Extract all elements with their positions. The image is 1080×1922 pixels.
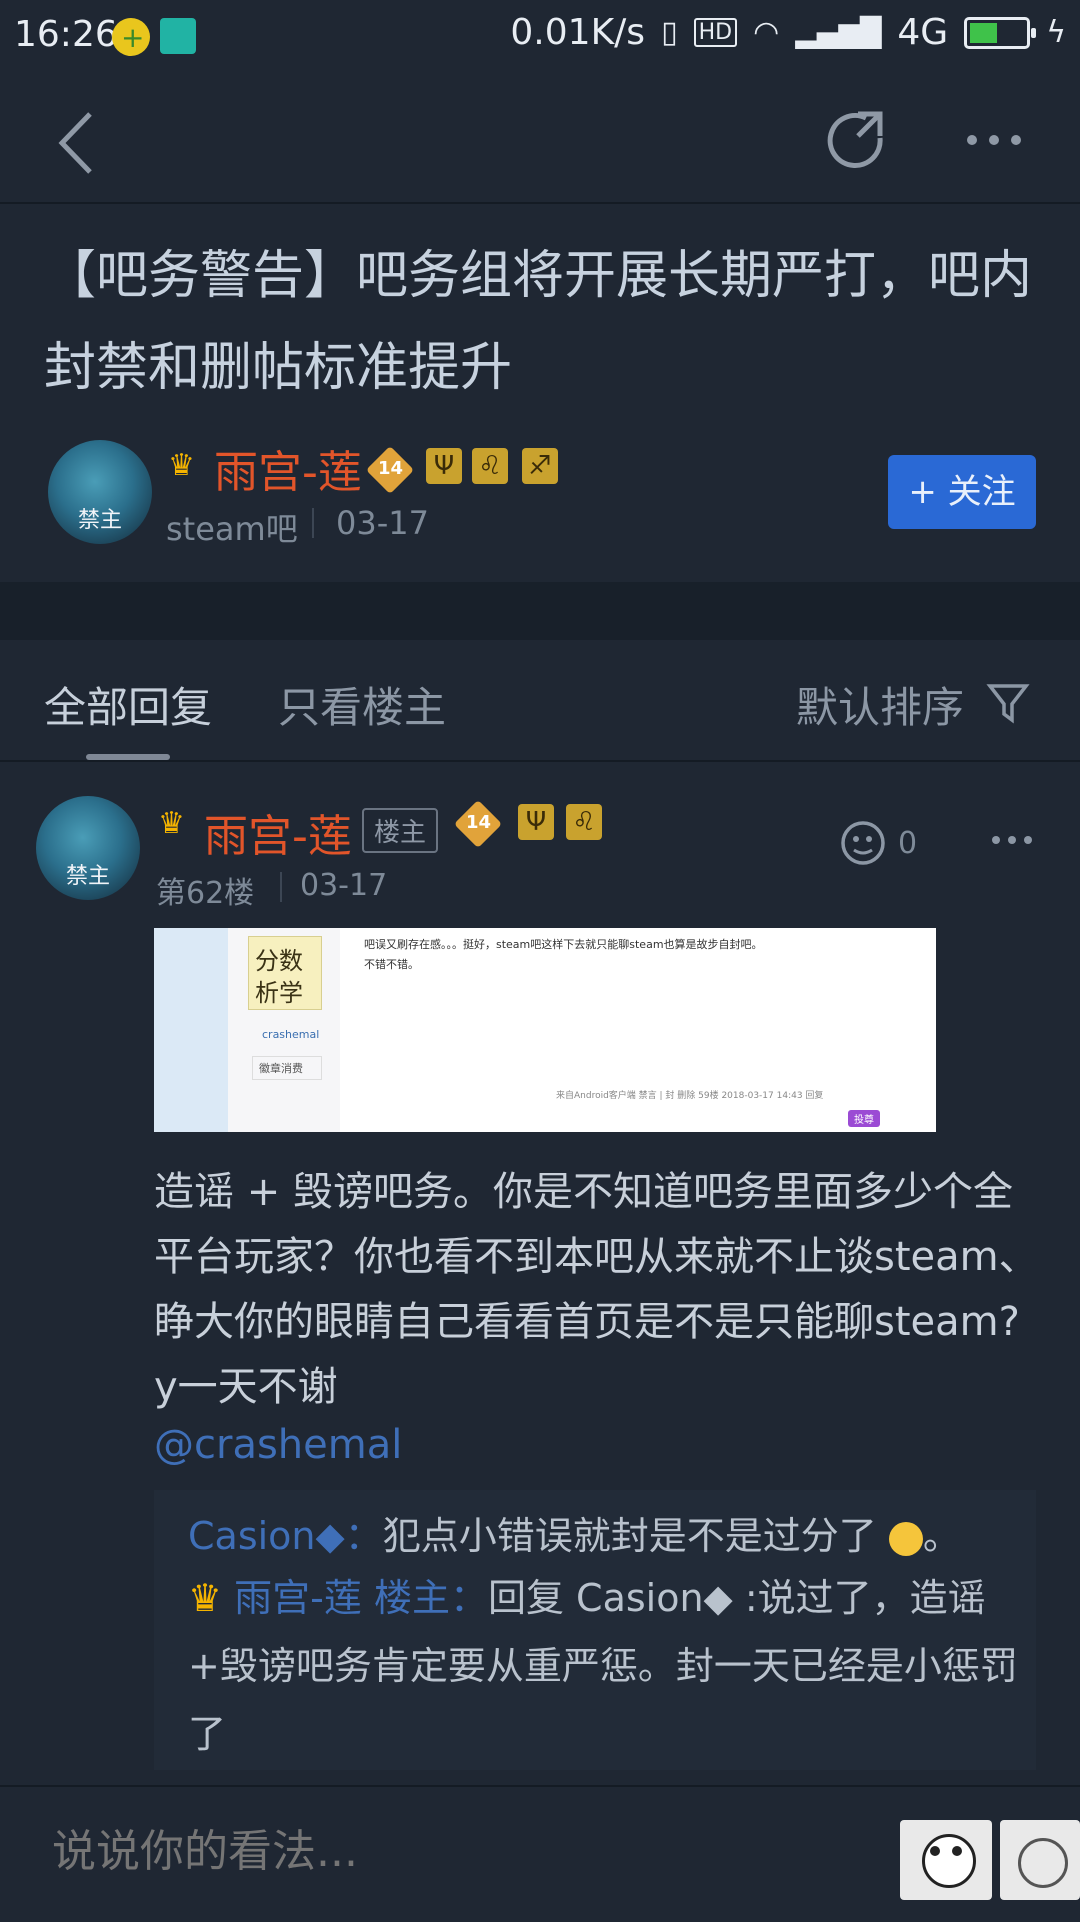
filter-icon[interactable] [986, 680, 1030, 724]
image-footer: 来自Android客户端 禁言 | 封 删除 59楼 2018-03-17 14… [556, 1091, 824, 1101]
avatar-tag: 禁主 [77, 508, 122, 533]
sub-reply-1: Casion◆：犯点小错误就封是不是过分了 。 [188, 1502, 1018, 1570]
reply-avatar-tag: 禁主 [65, 864, 110, 889]
image-corner-tag: 投尊 [848, 1110, 880, 1127]
sub-reply-1-name[interactable]: Casion◆： [188, 1514, 383, 1558]
reply-level-number: 14 [466, 812, 492, 833]
reply-body: 造谣 + 毁谤吧务。你是不知道吧务里面多少个全平台玩家？你也看不到本吧从来就不止… [154, 1169, 1039, 1410]
reply-level-badge: 14 [453, 799, 503, 849]
like-icon[interactable] [838, 818, 888, 868]
like-count: 0 [898, 826, 918, 861]
section-separator [0, 582, 1080, 640]
op-badge: 楼主 [362, 808, 439, 853]
status-right: 0.01K/s ▯ HD ◠ ▂▄▆█ 4G ϟ [510, 12, 1066, 53]
screenshot-icon [160, 18, 196, 54]
more-icon[interactable] [964, 130, 1024, 150]
reply-avatar[interactable]: 禁主 [36, 796, 140, 900]
tabs-divider [0, 760, 1080, 762]
crown-icon: ♛ [168, 448, 195, 483]
book-title-top: 分数 [255, 947, 303, 975]
top-nav [0, 80, 1080, 204]
add-app-icon: + [112, 18, 150, 56]
forum-name[interactable]: steam吧 [166, 504, 298, 550]
cat-sticker-icon[interactable] [1000, 1820, 1080, 1900]
post-title: 【吧务警告】吧务组将开展长期严打，吧内封禁和删帖标准提升 [44, 246, 1033, 398]
sort-dropdown[interactable]: 默认排序 [796, 674, 964, 735]
image-book-cover: 分数 析学 [248, 936, 322, 1010]
image-quoted-text: 吧误又刷存在感。。。挺好，steam吧这样下去就只能聊steam也算是故步自封吧… [364, 938, 763, 951]
panda-sticker-icon[interactable] [900, 1820, 992, 1900]
reply-meta-divider [280, 872, 282, 902]
vibrate-icon: ▯ [661, 15, 678, 50]
reply-psi-badge-icon: Ψ [518, 804, 554, 840]
wifi-icon: ◠ [753, 15, 780, 50]
reply-date: 03-17 [300, 868, 388, 903]
author-avatar[interactable]: 禁主 [48, 440, 152, 544]
reply-more-icon[interactable] [990, 832, 1034, 848]
battery-icon [964, 16, 1037, 49]
reply-image[interactable]: 分数 析学 crashemal 徽章消费 吧误又刷存在感。。。挺好，steam吧… [154, 928, 936, 1132]
network-type: 4G [897, 12, 949, 53]
status-bar: 16:26 + 0.01K/s ▯ HD ◠ ▂▄▆█ 4G ϟ [0, 0, 1080, 80]
follow-button[interactable]: + 关注 [888, 455, 1036, 529]
sub-replies[interactable]: Casion◆：犯点小错误就封是不是过分了 。 ♛ 雨宫-莲 楼主：回复 Cas… [154, 1490, 1036, 1770]
mention-link[interactable]: @crashemal [154, 1422, 402, 1468]
chevron-left-icon[interactable] [50, 108, 100, 178]
comment-input[interactable] [50, 1825, 854, 1878]
tab-only-op[interactable]: 只看楼主 [278, 674, 446, 735]
tab-all-replies[interactable]: 全部回复 [44, 674, 212, 735]
image-left-strip [154, 928, 228, 1132]
sub-reply-2: ♛ 雨宫-莲 楼主：回复 Casion◆ :说过了，造谣+毁谤吧务肯定要从重严惩… [188, 1564, 1018, 1768]
status-time: 16:26 [14, 14, 118, 55]
post-date: 03-17 [336, 504, 429, 542]
reply-author-name[interactable]: 雨宫-莲 [204, 800, 352, 864]
leo-badge-icon: ♌ [472, 448, 508, 484]
reply-leo-badge-icon: ♌ [566, 804, 602, 840]
book-title-bottom: 析学 [255, 979, 303, 1007]
sub-reply-1-text: 犯点小错误就封是不是过分了 [382, 1514, 877, 1558]
level-number: 14 [378, 458, 404, 479]
refresh-icon[interactable] [822, 106, 892, 176]
charging-icon: ϟ [1046, 15, 1066, 50]
sub-reply-1-end: 。 [922, 1514, 961, 1558]
meta-divider [312, 508, 314, 538]
sagittarius-badge-icon: ♐ [522, 448, 558, 484]
signal-icon: ▂▄▆█ [795, 16, 882, 49]
image-quoted-text-2: 不错不错。 [364, 958, 419, 971]
reply-floor: 第62楼 [156, 876, 255, 911]
psi-badge-icon: Ψ [426, 448, 462, 484]
level-badge: 14 [365, 445, 415, 495]
emoji-icon [888, 1521, 923, 1556]
network-speed: 0.01K/s [510, 12, 646, 53]
image-medal: 徽章消费 [252, 1056, 322, 1080]
reply-crown-icon: ♛ [158, 806, 185, 841]
sub-reply-crown-icon: ♛ [188, 1576, 223, 1620]
sub-reply-2-name[interactable]: 雨宫-莲 楼主： [234, 1576, 488, 1620]
hd-label: HD [693, 18, 738, 47]
author-name[interactable]: 雨宫-莲 [214, 436, 362, 500]
image-username: crashemal [262, 1028, 320, 1041]
